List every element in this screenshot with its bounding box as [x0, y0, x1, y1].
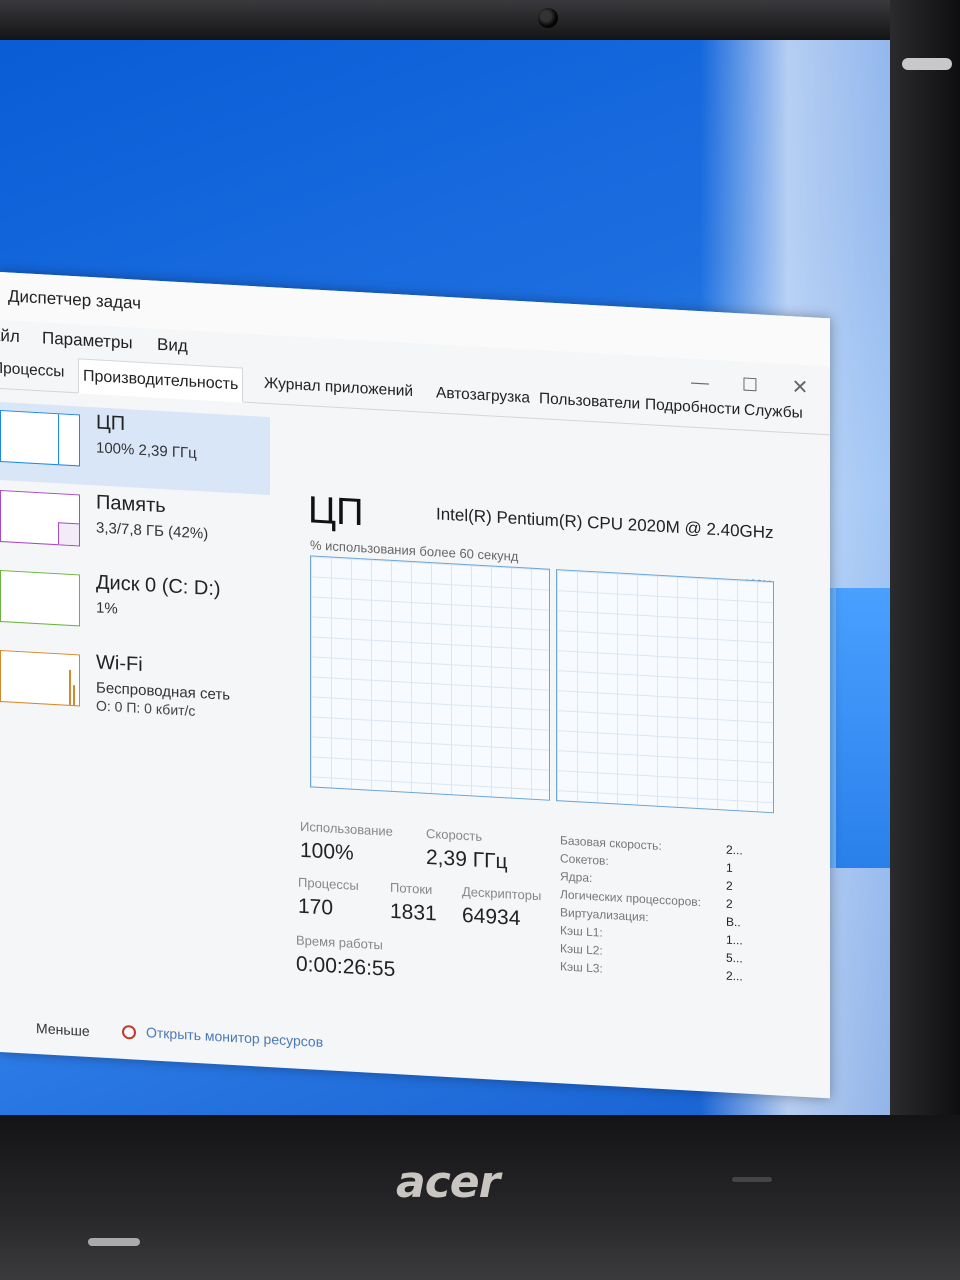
uptime-label: Время работы: [296, 932, 383, 953]
brand-logo: acer: [396, 1157, 500, 1208]
threads-value: 1831: [390, 899, 437, 926]
tab-processes[interactable]: Процессы: [0, 359, 68, 381]
status-led: [88, 1238, 140, 1246]
wifi-thumbnail-graph: [0, 650, 80, 707]
processes-label: Процессы: [298, 874, 359, 894]
spec-value: 2: [726, 896, 733, 911]
disk-thumbnail-graph: [0, 570, 80, 627]
spec-label: Базовая скорость:: [560, 833, 662, 853]
sidebar-item-label: Диск 0 (C: D:): [96, 571, 221, 601]
sidebar-item-label: Память: [96, 491, 166, 518]
sidebar-item-label: ЦП: [96, 411, 126, 435]
spec-value: 5...: [726, 950, 743, 966]
spec-value: 1...: [726, 932, 743, 948]
tab-details[interactable]: Подробности: [641, 396, 744, 420]
laptop-bezel-right: [890, 0, 960, 1280]
spec-value: 2: [726, 878, 733, 893]
spec-label: Ядра:: [560, 869, 593, 886]
bezel-latch: [902, 58, 952, 70]
status-led: [732, 1177, 772, 1182]
spec-label: Виртуализация:: [560, 905, 649, 925]
window-title: Диспетчер задач: [8, 286, 141, 313]
usage-value: 100%: [300, 838, 354, 865]
resource-monitor-icon: [122, 1024, 136, 1040]
handles-value: 64934: [462, 903, 521, 931]
desktop-screen: ➤ Диспетчер задач — ☐ ✕ Файл Параметры В…: [0, 28, 900, 1118]
tab-performance[interactable]: Производительность: [78, 358, 244, 403]
spec-label: Сокетов:: [560, 851, 609, 869]
menu-view[interactable]: Вид: [157, 335, 188, 357]
sidebar-item-cpu[interactable]: ЦП 100% 2,39 ГГц: [0, 402, 270, 496]
sidebar-item-value: 100% 2,39 ГГц: [96, 439, 197, 462]
threads-label: Потоки: [390, 879, 433, 898]
usage-label: Использование: [300, 818, 393, 839]
tab-app-history[interactable]: Журнал приложений: [260, 375, 417, 402]
processes-value: 170: [298, 894, 334, 920]
speed-value: 2,39 ГГц: [426, 845, 508, 874]
spec-label: Кэш L3:: [560, 959, 603, 976]
uptime-value: 0:00:26:55: [296, 952, 396, 982]
resource-list: ЦП 100% 2,39 ГГц Память 3,3/7,8 ГБ (42%)…: [0, 402, 270, 1067]
spec-label: Кэш L2:: [560, 941, 603, 958]
cpu-core-graph-fill: [722, 809, 773, 813]
sidebar-item-memory[interactable]: Память 3,3/7,8 ГБ (42%): [0, 482, 270, 575]
laptop-bezel-bottom: acer: [0, 1115, 960, 1280]
memory-thumbnail-graph: [0, 490, 80, 547]
menu-options[interactable]: Параметры: [42, 328, 133, 353]
tab-users[interactable]: Пользователи: [535, 390, 644, 414]
sidebar-item-value: 3,3/7,8 ГБ (42%): [96, 519, 209, 543]
tab-services[interactable]: Службы: [740, 401, 807, 423]
spec-value: В..: [726, 914, 741, 930]
spec-value: 1: [726, 860, 733, 875]
cpu-core-graph-2[interactable]: [556, 569, 774, 814]
spec-value: 2...: [726, 842, 743, 858]
tab-startup[interactable]: Автозагрузка: [432, 384, 534, 408]
page-title: ЦП: [308, 489, 364, 535]
handles-label: Дескрипторы: [462, 883, 542, 904]
webcam-icon: [538, 8, 558, 28]
menu-file[interactable]: Файл: [0, 325, 20, 347]
cpu-model-name: Intel(R) Pentium(R) CPU 2020M @ 2.40GHz: [436, 504, 774, 543]
cpu-core-graph-1[interactable]: [310, 555, 550, 801]
task-manager-window: Диспетчер задач — ☐ ✕ Файл Параметры Вид…: [0, 272, 830, 1099]
spec-value: 2...: [726, 968, 743, 984]
laptop-bezel-top: [0, 0, 960, 40]
sidebar-item-label: Wi-Fi: [96, 651, 143, 676]
sidebar-item-disk[interactable]: Диск 0 (C: D:) 1%: [0, 562, 270, 655]
speed-label: Скорость: [426, 825, 483, 844]
sidebar-item-wifi[interactable]: Wi-Fi Беспроводная сеть О: 0 П: 0 кбит/с: [0, 642, 270, 735]
cpu-thumbnail-graph: [0, 410, 80, 467]
sidebar-item-value: 1%: [96, 599, 118, 618]
spec-label: Кэш L1:: [560, 923, 603, 940]
cpu-core-graph-fill: [492, 796, 549, 800]
fewer-details-button[interactable]: Меньше: [36, 1020, 90, 1039]
